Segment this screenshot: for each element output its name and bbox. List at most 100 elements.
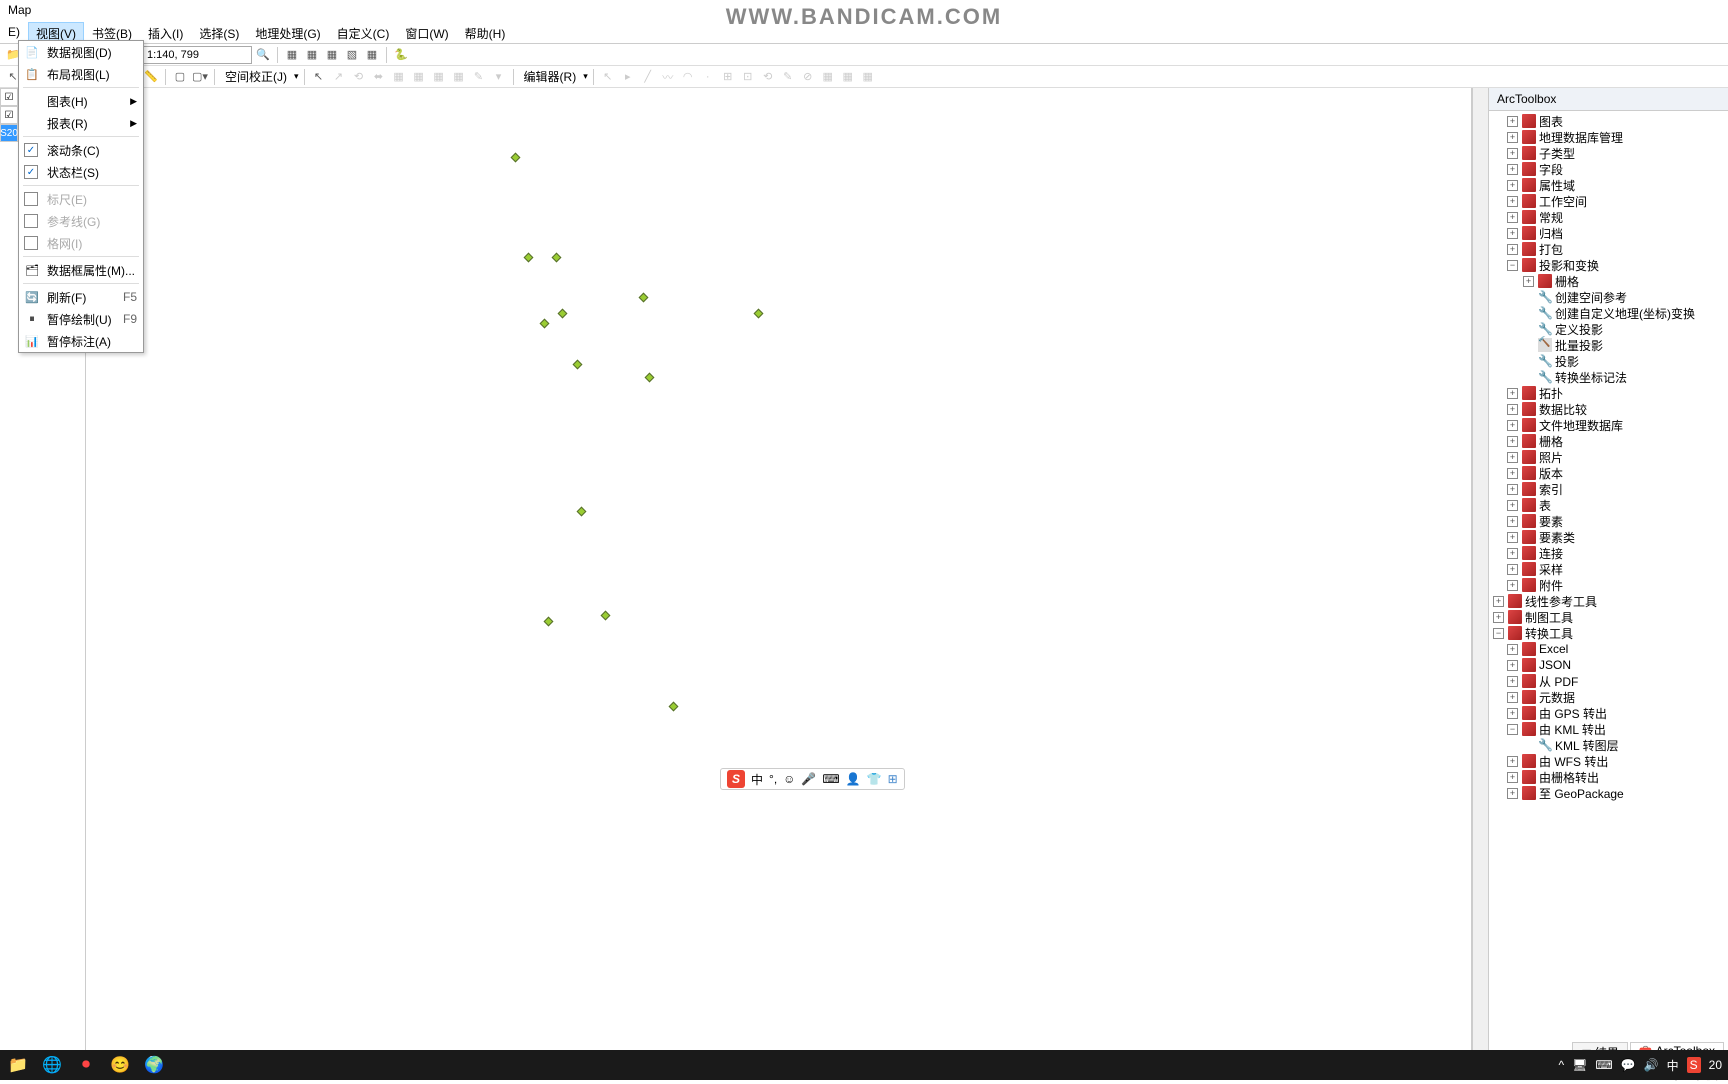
tool-e[interactable]: ▦ — [363, 46, 381, 64]
tree-item[interactable]: +字段 — [1489, 161, 1728, 177]
tree-item[interactable]: +图表 — [1489, 113, 1728, 129]
tree-item[interactable]: +线性参考工具 — [1489, 593, 1728, 609]
tool-d[interactable]: ▧ — [343, 46, 361, 64]
map-point[interactable] — [645, 373, 655, 383]
map-point[interactable] — [601, 611, 611, 621]
toc-checkbox-1[interactable]: ☑ — [0, 88, 18, 106]
tray-keyboard-icon[interactable]: ⌨ — [1595, 1058, 1612, 1072]
tool-arrow[interactable]: ↖ — [310, 68, 328, 86]
tool-e12[interactable]: ▦ — [819, 68, 837, 86]
tree-item[interactable]: +工作空间 — [1489, 193, 1728, 209]
tree-item[interactable]: +版本 — [1489, 465, 1728, 481]
ime-voice-icon[interactable]: 🎤 — [801, 772, 816, 786]
tray-volume-icon[interactable]: 🔊 — [1644, 1058, 1659, 1072]
menu-item[interactable]: ✓状态栏(S) — [19, 161, 143, 183]
map-point[interactable] — [558, 309, 568, 319]
ime-keyboard-icon[interactable]: ⌨ — [822, 772, 839, 786]
tool-e11[interactable]: ⊘ — [799, 68, 817, 86]
ime-punct-icon[interactable]: °, — [769, 772, 777, 786]
ime-tool-icon[interactable]: ⊞ — [888, 772, 898, 786]
tree-item[interactable]: +归档 — [1489, 225, 1728, 241]
tool-measure[interactable]: 📏 — [142, 68, 160, 86]
menu-help[interactable]: 帮助(H) — [457, 22, 514, 43]
menu-item[interactable]: 📋布局视图(L) — [19, 63, 143, 85]
tool-sel1[interactable]: ▢ — [171, 68, 189, 86]
menu-customize[interactable]: 自定义(C) — [329, 22, 398, 43]
map-point[interactable] — [669, 702, 679, 712]
tray-up-icon[interactable]: ^ — [1559, 1058, 1565, 1072]
tray-sogou-icon[interactable]: S — [1687, 1057, 1701, 1073]
spatial-adjust-dropdown[interactable]: 空间校正(J) — [220, 66, 292, 87]
tree-item[interactable]: +要素类 — [1489, 529, 1728, 545]
tool-a[interactable]: ▦ — [283, 46, 301, 64]
tree-item[interactable]: +连接 — [1489, 545, 1728, 561]
tree-item[interactable]: +栅格 — [1489, 433, 1728, 449]
tool-e13[interactable]: ▦ — [839, 68, 857, 86]
arctoolbox-tree[interactable]: +图表+地理数据库管理+子类型+字段+属性域+工作空间+常规+归档+打包−投影和… — [1489, 111, 1728, 1050]
tool-e9[interactable]: ⟲ — [759, 68, 777, 86]
menu-geoprocessing[interactable]: 地理处理(G) — [247, 22, 328, 43]
tree-item[interactable]: 定义投影 — [1489, 321, 1728, 337]
map-point[interactable] — [573, 360, 583, 370]
menu-item[interactable]: 🗂数据框属性(M)... — [19, 259, 143, 281]
menu-item[interactable]: 报表(R)▶ — [19, 112, 143, 134]
tree-item[interactable]: +表 — [1489, 497, 1728, 513]
toc-item-selected[interactable]: S20 — [0, 124, 18, 142]
explorer-icon[interactable]: 📁 — [6, 1053, 30, 1077]
tree-item[interactable]: +采样 — [1489, 561, 1728, 577]
tool-g4[interactable]: ▦ — [390, 68, 408, 86]
map-point[interactable] — [540, 319, 550, 329]
tool-c[interactable]: ▦ — [323, 46, 341, 64]
tree-item[interactable]: +要素 — [1489, 513, 1728, 529]
tree-item[interactable]: +地理数据库管理 — [1489, 129, 1728, 145]
ime-lang[interactable]: 中 — [751, 771, 763, 788]
tree-item[interactable]: +属性域 — [1489, 177, 1728, 193]
tree-item[interactable]: 投影 — [1489, 353, 1728, 369]
tool-e8[interactable]: ⊡ — [739, 68, 757, 86]
menu-item[interactable]: 图表(H)▶ — [19, 90, 143, 112]
tool-python[interactable]: 🐍 — [392, 46, 410, 64]
tool-e6[interactable]: · — [699, 68, 717, 86]
map-point[interactable] — [577, 507, 587, 517]
tree-item[interactable]: +常规 — [1489, 209, 1728, 225]
menu-insert[interactable]: 插入(I) — [140, 22, 191, 43]
tree-item[interactable]: +由 WFS 转出 — [1489, 753, 1728, 769]
tray-monitor-icon[interactable]: 🖥 — [1572, 1058, 1587, 1072]
tree-item[interactable]: +附件 — [1489, 577, 1728, 593]
tool-e7[interactable]: ⊞ — [719, 68, 737, 86]
tool-g3[interactable]: ⬌ — [370, 68, 388, 86]
tray-wechat-icon[interactable]: 💬 — [1621, 1058, 1636, 1072]
arcmap-icon[interactable]: 🌍 — [142, 1053, 166, 1077]
ime-skin-icon[interactable]: 👕 — [867, 772, 882, 786]
tool-g2[interactable]: ⟲ — [350, 68, 368, 86]
tree-item[interactable]: +打包 — [1489, 241, 1728, 257]
tool-e3[interactable]: ╱ — [639, 68, 657, 86]
tree-item[interactable]: +由栅格转出 — [1489, 769, 1728, 785]
map-point[interactable] — [754, 309, 764, 319]
tool-g8[interactable]: ✎ — [470, 68, 488, 86]
tool-e10[interactable]: ✎ — [779, 68, 797, 86]
tree-item[interactable]: +元数据 — [1489, 689, 1728, 705]
tool-zoom-extent[interactable]: 🔍 — [254, 46, 272, 64]
tool-g7[interactable]: ▦ — [450, 68, 468, 86]
chrome-icon[interactable]: 🌐 — [40, 1053, 64, 1077]
tool-g6[interactable]: ▦ — [430, 68, 448, 86]
record-icon[interactable]: ⏺ — [74, 1053, 98, 1077]
menu-selection[interactable]: 选择(S) — [191, 22, 247, 43]
map-point[interactable] — [544, 617, 554, 627]
tree-item[interactable]: KML 转图层 — [1489, 737, 1728, 753]
tree-item[interactable]: 创建自定义地理(坐标)变换 — [1489, 305, 1728, 321]
map-point[interactable] — [639, 293, 649, 303]
map-point[interactable] — [511, 153, 521, 163]
tree-item[interactable]: +拓扑 — [1489, 385, 1728, 401]
tree-item[interactable]: +Excel — [1489, 641, 1728, 657]
map-point[interactable] — [524, 253, 534, 263]
tool-g1[interactable]: ↗ — [330, 68, 348, 86]
menu-item[interactable]: 📄数据视图(D) — [19, 41, 143, 63]
tree-item[interactable]: +制图工具 — [1489, 609, 1728, 625]
tray-time[interactable]: 20 — [1709, 1058, 1722, 1072]
ime-floating-bar[interactable]: S 中 °, ☺ 🎤 ⌨ 👤 👕 ⊞ — [720, 768, 905, 790]
tree-item[interactable]: +照片 — [1489, 449, 1728, 465]
editor-dropdown[interactable]: 编辑器(R) — [519, 66, 582, 87]
ime-user-icon[interactable]: 👤 — [846, 772, 861, 786]
